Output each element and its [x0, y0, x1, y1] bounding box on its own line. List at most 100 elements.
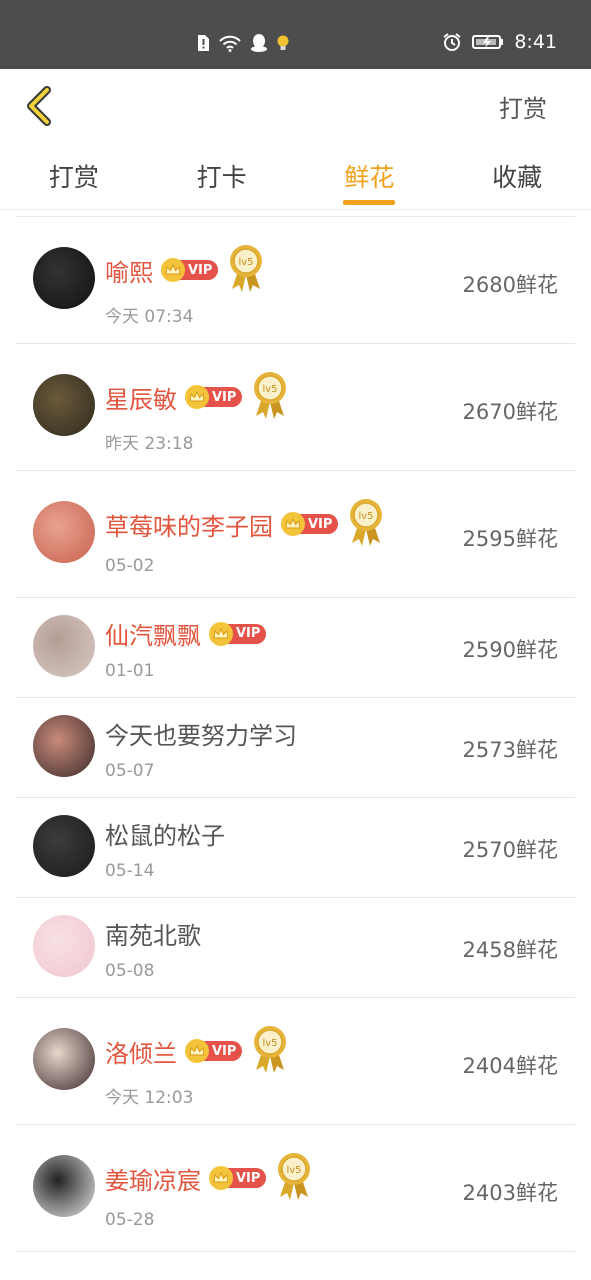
level-medal-icon: lv5	[278, 1153, 311, 1200]
name-line: 松鼠的松子	[105, 816, 225, 851]
medal-level-text: lv5	[239, 257, 254, 268]
flower-ranking-list: 喻熙 VIP lv5 今天 07:34 2680鲜花 星辰敏 VIP lv5 昨天 23:18 2…	[16, 217, 575, 1252]
tab-label: 打赏	[48, 163, 99, 192]
level-medal-icon: lv5	[230, 245, 263, 292]
avatar[interactable]	[33, 715, 95, 777]
timestamp: 05-02	[105, 556, 155, 576]
flower-count: 2670鲜花	[462, 400, 558, 424]
status-time: 8:41	[514, 31, 557, 53]
user-name[interactable]: 今天也要努力学习	[105, 716, 297, 751]
flower-count: 2680鲜花	[462, 273, 558, 297]
tab-label: 打卡	[196, 163, 247, 192]
list-item[interactable]: 星辰敏 VIP lv5 昨天 23:18 2670鲜花	[16, 344, 575, 471]
crown-icon	[209, 621, 233, 646]
level-medal-icon: lv5	[350, 499, 383, 546]
crown-icon	[185, 385, 209, 409]
timestamp: 今天 07:34	[105, 307, 194, 327]
list-item[interactable]: 今天也要努力学习 05-07 2573鲜花	[16, 698, 575, 798]
tab-flowers[interactable]: 鲜花	[296, 141, 444, 209]
name-line: 星辰敏 VIP lv5	[105, 372, 288, 420]
alarm-icon	[443, 33, 461, 51]
user-name[interactable]: 仙汽飘飘	[105, 616, 201, 651]
avatar[interactable]	[33, 1155, 95, 1217]
crown-icon	[185, 1039, 209, 1063]
vip-label: VIP	[212, 1043, 237, 1059]
status-icons-center	[196, 33, 290, 53]
vip-badge: VIP	[209, 621, 267, 646]
avatar[interactable]	[33, 615, 95, 677]
list-item[interactable]: 草莓味的李子园 VIP lv5 05-02 2595鲜花	[16, 471, 575, 598]
vip-label: VIP	[236, 1170, 261, 1186]
user-name[interactable]: 南苑北歌	[105, 916, 201, 951]
list-item[interactable]: 松鼠的松子 05-14 2570鲜花	[16, 798, 575, 898]
avatar[interactable]	[33, 247, 95, 309]
tab-checkin[interactable]: 打卡	[148, 141, 296, 209]
wifi-icon	[219, 35, 241, 52]
battery-charging-icon	[472, 35, 504, 49]
status-icons-right: 8:41	[442, 31, 557, 53]
back-arrow-icon[interactable]	[22, 84, 58, 128]
user-name[interactable]: 洛倾兰	[105, 1034, 177, 1069]
flower-count: 2573鲜花	[462, 738, 558, 762]
name-line: 喻熙 VIP lv5	[105, 245, 264, 293]
user-name[interactable]: 姜瑜凉宸	[105, 1161, 201, 1196]
sim-alert-icon	[198, 35, 209, 51]
vip-label: VIP	[308, 516, 333, 532]
medal-level-text: lv5	[263, 384, 278, 395]
avatar[interactable]	[33, 815, 95, 877]
tab-reward[interactable]: 打赏	[0, 141, 148, 209]
tab-bar: 打赏 打卡 鲜花 收藏	[0, 141, 591, 210]
name-line: 姜瑜凉宸 VIP lv5	[105, 1153, 312, 1201]
tab-indicator	[343, 200, 396, 205]
vip-label: VIP	[188, 262, 213, 278]
list-item[interactable]: 南苑北歌 05-08 2458鲜花	[16, 898, 575, 998]
avatar[interactable]	[33, 1028, 95, 1090]
flower-count: 2570鲜花	[462, 838, 558, 862]
avatar[interactable]	[33, 915, 95, 977]
timestamp: 05-14	[105, 861, 155, 881]
top-nav: 打赏	[0, 69, 591, 141]
list-item[interactable]: 姜瑜凉宸 VIP lv5 05-28 2403鲜花	[16, 1125, 575, 1252]
timestamp: 05-07	[105, 761, 155, 781]
medal-level-text: lv5	[359, 511, 374, 522]
vip-badge: VIP	[209, 1166, 267, 1190]
crown-icon	[209, 1166, 233, 1190]
user-name[interactable]: 松鼠的松子	[105, 816, 225, 851]
flower-count: 2403鲜花	[462, 1181, 558, 1205]
user-name[interactable]: 星辰敏	[105, 380, 177, 415]
list-item[interactable]: 仙汽飘飘 VIP 01-01 2590鲜花	[16, 598, 575, 698]
timestamp: 05-28	[105, 1210, 155, 1230]
qq-icon	[251, 34, 267, 52]
medal-level-text: lv5	[287, 1165, 302, 1176]
vip-badge: VIP	[161, 258, 219, 282]
vip-badge: VIP	[185, 1039, 243, 1063]
name-line: 洛倾兰 VIP lv5	[105, 1026, 288, 1074]
flower-count: 2590鲜花	[462, 638, 558, 662]
flower-count: 2595鲜花	[462, 527, 558, 551]
tab-label: 收藏	[492, 163, 543, 192]
name-line: 草莓味的李子园 VIP lv5	[105, 499, 384, 547]
name-line: 仙汽飘飘 VIP	[105, 616, 267, 651]
timestamp: 今天 12:03	[105, 1088, 194, 1108]
avatar[interactable]	[33, 374, 95, 436]
medal-level-text: lv5	[263, 1038, 278, 1049]
list-top-divider	[16, 210, 575, 217]
vip-label: VIP	[212, 389, 237, 405]
list-item[interactable]: 喻熙 VIP lv5 今天 07:34 2680鲜花	[16, 217, 575, 344]
vip-badge: VIP	[185, 385, 243, 409]
user-name[interactable]: 草莓味的李子园	[105, 507, 273, 542]
vip-label: VIP	[236, 626, 261, 641]
list-item[interactable]: 洛倾兰 VIP lv5 今天 12:03 2404鲜花	[16, 998, 575, 1125]
name-line: 今天也要努力学习	[105, 716, 297, 751]
user-name[interactable]: 喻熙	[105, 253, 153, 288]
tab-favorites[interactable]: 收藏	[443, 141, 591, 209]
flower-count: 2404鲜花	[462, 1054, 558, 1078]
bulb-notification-icon	[277, 35, 289, 50]
flower-count: 2458鲜花	[462, 938, 558, 962]
vip-badge: VIP	[281, 512, 339, 536]
reward-button[interactable]: 打赏	[499, 89, 547, 124]
level-medal-icon: lv5	[254, 1026, 287, 1073]
name-line: 南苑北歌	[105, 916, 201, 951]
avatar[interactable]	[33, 501, 95, 563]
level-medal-icon: lv5	[254, 372, 287, 419]
